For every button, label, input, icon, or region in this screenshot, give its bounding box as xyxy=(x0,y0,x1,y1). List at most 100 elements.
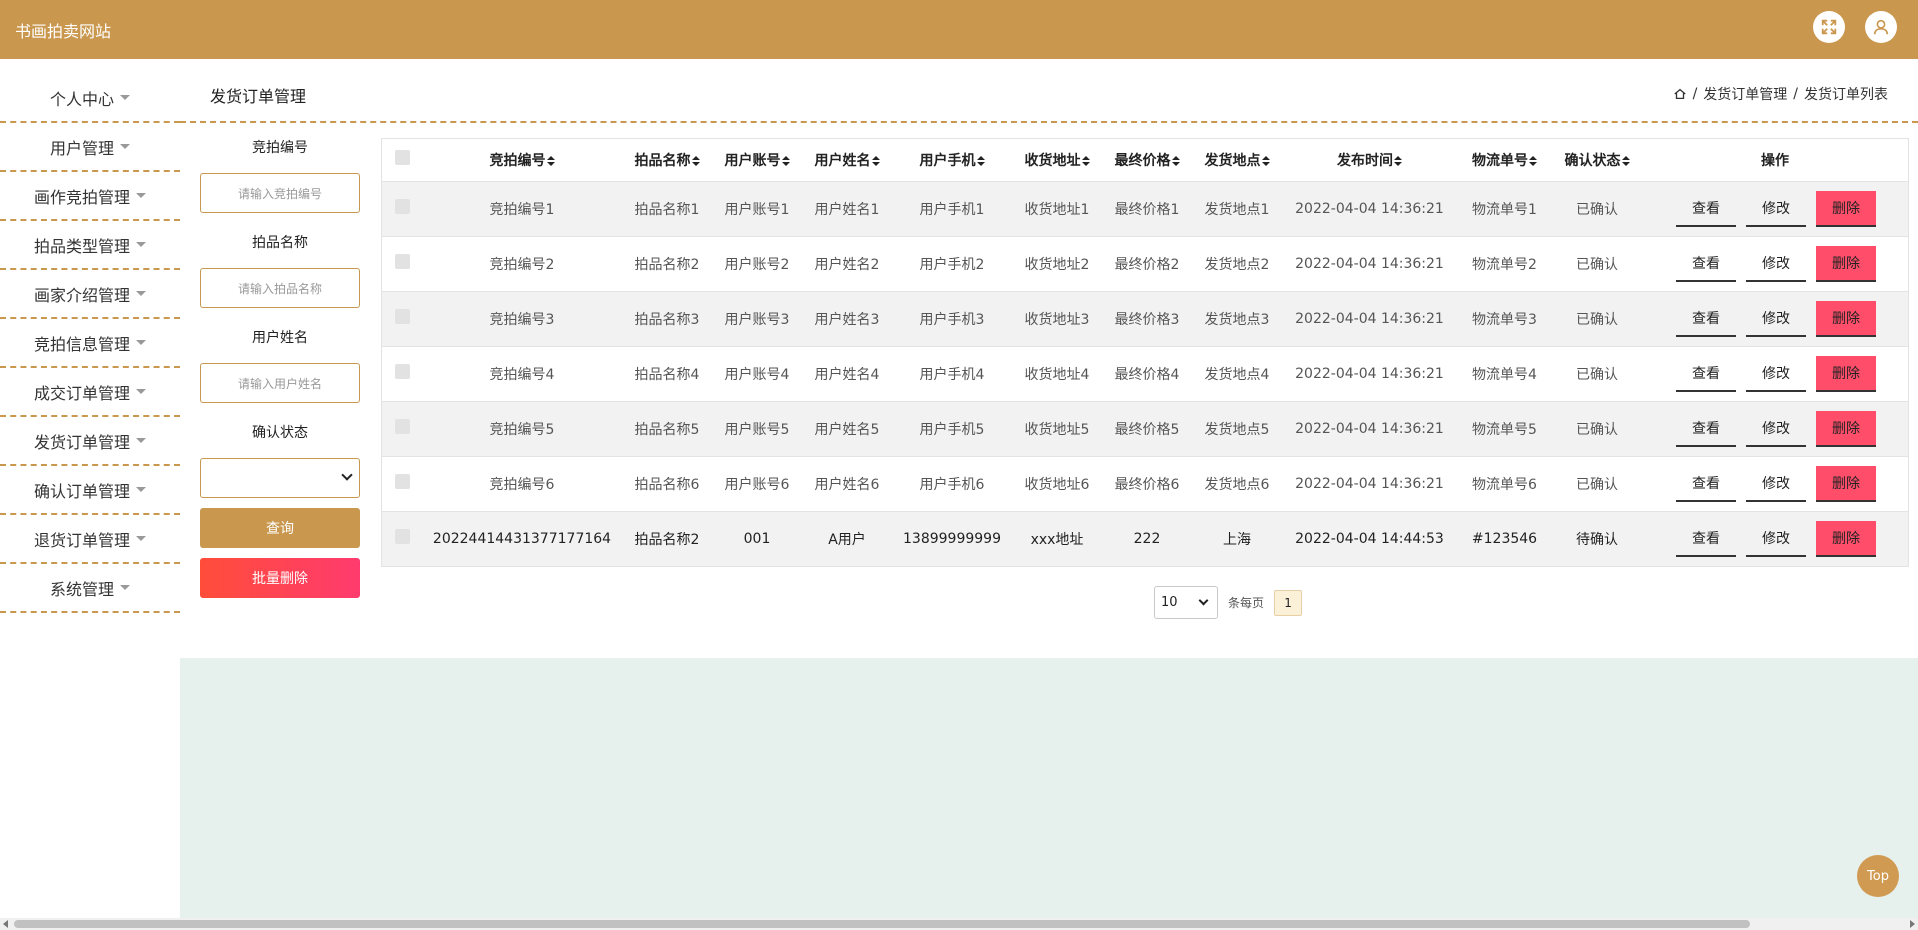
breadcrumb-item[interactable]: 发货订单管理 xyxy=(1703,84,1787,104)
sort-icon[interactable] xyxy=(1171,155,1180,166)
column-header[interactable]: 最终价格 xyxy=(1102,139,1192,181)
query-button[interactable]: 查询 xyxy=(200,508,360,548)
sort-icon[interactable] xyxy=(871,155,880,166)
user-icon[interactable] xyxy=(1865,11,1897,43)
view-button[interactable]: 查看 xyxy=(1676,411,1736,447)
sidebar-item-personal-center[interactable]: 个人中心 xyxy=(0,74,180,123)
view-button[interactable]: 查看 xyxy=(1676,466,1736,502)
confirm-status-select[interactable] xyxy=(200,458,360,498)
batch-delete-button[interactable]: 批量删除 xyxy=(200,558,360,598)
back-to-top-button[interactable]: Top xyxy=(1857,855,1899,897)
view-button[interactable]: 查看 xyxy=(1676,521,1736,557)
row-checkbox[interactable] xyxy=(394,309,410,324)
scroll-right-icon[interactable] xyxy=(1910,920,1915,928)
item-name-input[interactable]: 请输入拍品名称 xyxy=(200,268,360,308)
table-cell: 竞拍编号6 xyxy=(489,476,555,493)
home-icon[interactable] xyxy=(1673,87,1687,101)
column-header[interactable]: 拍品名称 xyxy=(622,139,712,181)
sort-icon[interactable] xyxy=(1261,155,1270,166)
scrollbar-thumb[interactable] xyxy=(14,920,1750,928)
edit-button[interactable]: 修改 xyxy=(1746,356,1806,392)
fullscreen-icon[interactable] xyxy=(1813,11,1845,43)
column-header-label: 竞拍编号 xyxy=(489,152,546,169)
row-checkbox[interactable] xyxy=(394,529,410,545)
table-cell: 拍品名称6 xyxy=(634,476,700,493)
sidebar-item-shipping-orders[interactable]: 发货订单管理 xyxy=(0,417,180,466)
view-button[interactable]: 查看 xyxy=(1676,356,1736,392)
breadcrumb-separator: / xyxy=(1793,86,1798,102)
chevron-down-icon xyxy=(136,291,146,296)
sidebar-item-auction-info[interactable]: 竞拍信息管理 xyxy=(0,319,180,368)
column-header[interactable]: 发货地点 xyxy=(1192,139,1282,181)
sidebar-item-painter-intro[interactable]: 画家介绍管理 xyxy=(0,270,180,319)
sidebar-item-system[interactable]: 系统管理 xyxy=(0,564,180,613)
chevron-down-icon xyxy=(136,536,146,541)
column-header[interactable]: 竞拍编号 xyxy=(422,139,622,181)
auction-no-label: 竞拍编号 xyxy=(252,140,308,156)
row-actions-cell: 查看 修改 删除 xyxy=(1642,346,1908,401)
table-cell: 用户账号6 xyxy=(724,476,790,493)
table-cell: 物流单号6 xyxy=(1472,476,1537,493)
sidebar-item-deal-orders[interactable]: 成交订单管理 xyxy=(0,368,180,417)
column-header[interactable]: 收货地址 xyxy=(1012,139,1102,181)
sidebar-item-return-orders[interactable]: 退货订单管理 xyxy=(0,515,180,564)
table-cell: 13899999999 xyxy=(903,530,1001,547)
edit-button[interactable]: 修改 xyxy=(1746,411,1806,447)
column-header-label: 确认状态 xyxy=(1564,152,1621,169)
column-header[interactable]: 用户姓名 xyxy=(802,139,892,181)
row-checkbox[interactable] xyxy=(394,364,410,379)
edit-button[interactable]: 修改 xyxy=(1746,246,1806,282)
delete-button[interactable]: 删除 xyxy=(1816,245,1876,282)
select-all-checkbox[interactable] xyxy=(394,150,410,166)
sort-icon[interactable] xyxy=(1081,155,1090,166)
row-checkbox[interactable] xyxy=(394,254,410,269)
sidebar-item-user-management[interactable]: 用户管理 xyxy=(0,123,180,172)
page-size-select[interactable]: 10 xyxy=(1154,586,1218,619)
auction-no-input[interactable]: 请输入竞拍编号 xyxy=(200,173,360,213)
delete-button[interactable]: 删除 xyxy=(1816,520,1876,557)
pagination: 10 条每页 1 xyxy=(1154,586,1303,619)
sort-icon[interactable] xyxy=(1394,155,1402,166)
column-header[interactable]: 确认状态 xyxy=(1552,139,1642,181)
scroll-left-icon[interactable] xyxy=(3,920,8,928)
page-number-button[interactable]: 1 xyxy=(1274,589,1303,616)
edit-button[interactable]: 修改 xyxy=(1746,466,1806,502)
table-cell: 用户账号4 xyxy=(724,366,790,383)
row-checkbox[interactable] xyxy=(394,199,410,214)
column-header[interactable]: 用户账号 xyxy=(712,139,802,181)
sort-icon[interactable] xyxy=(1621,155,1630,166)
edit-button[interactable]: 修改 xyxy=(1746,191,1806,227)
user-name-input[interactable]: 请输入用户姓名 xyxy=(200,363,360,403)
sidebar-item-painting-auction[interactable]: 画作竞拍管理 xyxy=(0,172,180,221)
horizontal-scrollbar[interactable] xyxy=(0,918,1918,930)
delete-button[interactable]: 删除 xyxy=(1816,465,1876,502)
table-row: 竞拍编号2 拍品名称2 用户账号2 用户姓名2 用户手机2 收货地址2 最终价格2 发货地点2… xyxy=(382,236,1908,291)
view-button[interactable]: 查看 xyxy=(1676,301,1736,337)
sort-icon[interactable] xyxy=(691,155,700,166)
sort-icon[interactable] xyxy=(1529,155,1537,166)
table-cell: 拍品名称2 xyxy=(634,256,700,273)
view-button[interactable]: 查看 xyxy=(1676,246,1736,282)
column-header[interactable]: 发布时间 xyxy=(1282,139,1457,181)
delete-button[interactable]: 删除 xyxy=(1816,355,1876,392)
sort-icon[interactable] xyxy=(781,155,790,166)
sort-icon[interactable] xyxy=(976,155,985,166)
table-cell: 最终价格6 xyxy=(1114,476,1180,493)
row-checkbox[interactable] xyxy=(394,419,410,434)
sort-icon[interactable] xyxy=(546,155,555,166)
column-header[interactable]: 物流单号 xyxy=(1457,139,1552,181)
row-checkbox[interactable] xyxy=(394,474,410,489)
delete-button[interactable]: 删除 xyxy=(1816,300,1876,337)
sidebar-item-confirm-orders[interactable]: 确认订单管理 xyxy=(0,466,180,515)
delete-button[interactable]: 删除 xyxy=(1816,190,1876,227)
delete-button[interactable]: 删除 xyxy=(1816,410,1876,447)
sidebar-item-item-type[interactable]: 拍品类型管理 xyxy=(0,221,180,270)
page-title: 发货订单管理 xyxy=(210,87,307,106)
column-header-label: 收货地址 xyxy=(1024,152,1081,169)
edit-button[interactable]: 修改 xyxy=(1746,301,1806,337)
edit-button[interactable]: 修改 xyxy=(1746,521,1806,557)
view-button[interactable]: 查看 xyxy=(1676,191,1736,227)
table-cell: 001 xyxy=(743,530,771,547)
column-header[interactable]: 用户手机 xyxy=(892,139,1012,181)
table-cell: 发货地点3 xyxy=(1204,311,1270,328)
